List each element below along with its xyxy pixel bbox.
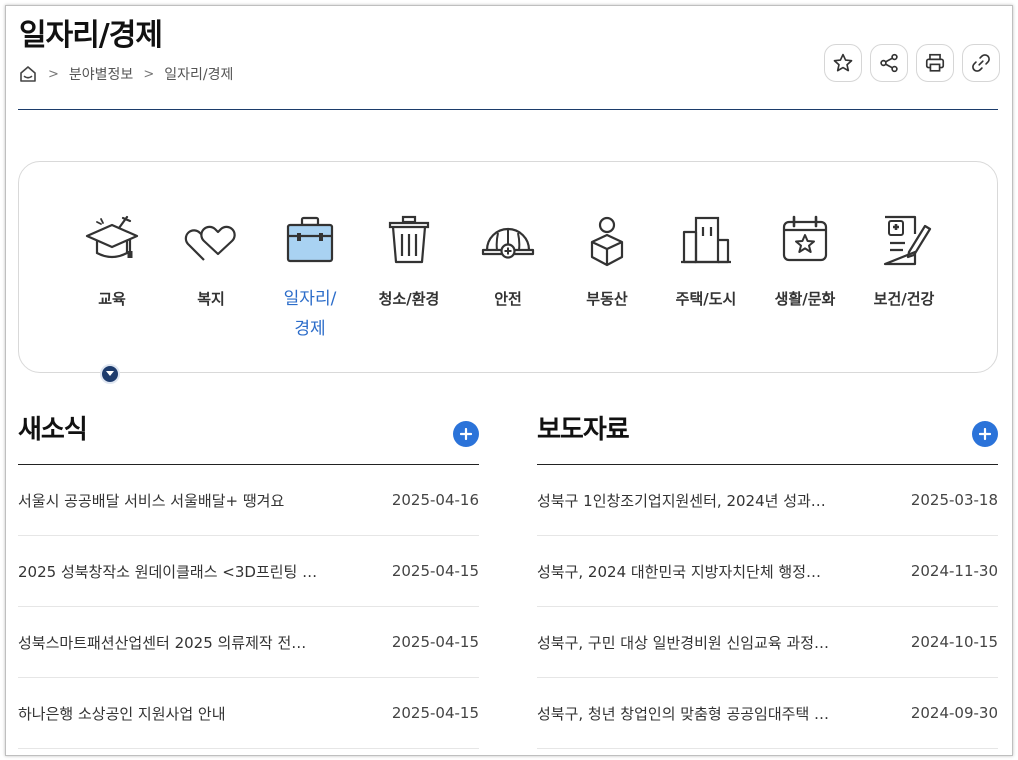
category-jobs-economy[interactable]: 일자리/ 경제 — [262, 212, 358, 344]
news-item-date: 2025-04-16 — [391, 491, 479, 509]
news-title: 새소식 — [18, 415, 88, 445]
person-box-icon — [590, 216, 624, 267]
category-real-estate[interactable]: 부동산 — [559, 212, 655, 314]
briefcase-icon — [286, 216, 334, 263]
category-menu: 교육 복지 일자리/ 경제 청소/환경 안전 부동산 주택/도시 생활/문화 보… — [18, 161, 998, 373]
news-more-button[interactable] — [453, 421, 479, 447]
press-list-item[interactable]: 성북구 1인창조기업지원센터, 2024년 성과… 2025-03-18 — [537, 465, 998, 536]
category-welfare[interactable]: 복지 — [163, 212, 259, 314]
category-label: 교육 — [98, 290, 126, 308]
buildings-icon — [681, 216, 731, 264]
news-item-date: 2025-04-15 — [391, 704, 479, 722]
caret-down-icon — [106, 371, 114, 376]
press-board: 보도자료 성북구 1인창조기업지원센터, 2024년 성과… 2025-03-1… — [537, 401, 998, 749]
press-item-date: 2024-10-15 — [910, 633, 998, 651]
news-item-title: 2025 성북창작소 원데이클래스 <3D프린팅 … — [18, 562, 318, 581]
press-list-item[interactable]: 성북구, 2024 대한민국 지방자치단체 행정… 2024-11-30 — [537, 536, 998, 607]
news-board-header: 새소식 — [18, 401, 479, 465]
hearts-icon — [184, 225, 236, 261]
category-label: 안전 — [494, 290, 522, 308]
press-item-date: 2025-03-18 — [910, 491, 998, 509]
press-list-item[interactable]: 성북구, 청년 창업인의 맞춤형 공공임대주택 … 2024-09-30 — [537, 678, 998, 749]
calendar-star-icon — [782, 215, 828, 262]
share-icon — [880, 53, 898, 73]
page-actions — [824, 44, 1000, 82]
news-list-item[interactable]: 성북스마트패션산업센터 2025 의류제작 전… 2025-04-15 — [18, 607, 479, 678]
category-safety[interactable]: 안전 — [460, 212, 556, 314]
active-category-indicator — [100, 364, 120, 384]
medical-document-icon — [883, 215, 932, 266]
breadcrumb: > 분야별정보 > 일자리/경제 — [18, 64, 233, 84]
news-list-item[interactable]: 하나은행 소상공인 지원사업 안내 2025-04-15 — [18, 678, 479, 749]
press-more-button[interactable] — [972, 421, 998, 447]
press-item-title: 성북구, 청년 창업인의 맞춤형 공공임대주택 … — [537, 704, 830, 723]
news-item-date: 2025-04-15 — [391, 562, 479, 580]
news-list-item[interactable]: 2025 성북창작소 원데이클래스 <3D프린팅 … 2025-04-15 — [18, 536, 479, 607]
category-label: 생활/문화 — [774, 290, 836, 308]
bookmark-button[interactable] — [824, 44, 862, 82]
news-item-title: 성북스마트패션산업센터 2025 의류제작 전… — [18, 633, 307, 652]
press-list-item[interactable]: 성북구, 구민 대상 일반경비원 신임교육 과정… 2024-10-15 — [537, 607, 998, 678]
helmet-icon — [481, 227, 535, 259]
plus-icon — [979, 428, 991, 440]
page-frame: 일자리/경제 > 분야별정보 > 일자리/경제 교육 복지 일자리/ 경제 청소… — [5, 5, 1013, 756]
plus-icon — [460, 428, 472, 440]
press-item-title: 성북구, 구민 대상 일반경비원 신임교육 과정… — [537, 633, 830, 652]
category-label: 복지 — [197, 290, 225, 308]
press-item-date: 2024-11-30 — [910, 562, 998, 580]
star-icon — [833, 53, 853, 72]
press-item-title: 성북구 1인창조기업지원센터, 2024년 성과… — [537, 491, 826, 510]
breadcrumb-item[interactable]: 일자리/경제 — [164, 64, 233, 84]
page-title: 일자리/경제 — [19, 18, 163, 53]
press-board-header: 보도자료 — [537, 401, 998, 465]
category-education[interactable]: 교육 — [64, 212, 160, 314]
category-label: 주택/도시 — [675, 290, 737, 308]
category-label: 청소/환경 — [378, 290, 440, 308]
print-button[interactable] — [916, 44, 954, 82]
news-item-date: 2025-04-15 — [391, 633, 479, 651]
category-label: 일자리/ 경제 — [283, 289, 337, 339]
header-divider — [18, 109, 998, 110]
breadcrumb-item[interactable]: 분야별정보 — [69, 64, 133, 84]
copy-link-button[interactable] — [962, 44, 1000, 82]
news-item-title: 하나은행 소상공인 지원사업 안내 — [18, 704, 226, 723]
category-cleaning-environment[interactable]: 청소/환경 — [361, 212, 457, 314]
share-button[interactable] — [870, 44, 908, 82]
press-title: 보도자료 — [537, 415, 630, 445]
category-health[interactable]: 보건/건강 — [856, 212, 952, 314]
category-label: 보건/건강 — [873, 290, 935, 308]
printer-icon — [925, 53, 945, 72]
news-item-title: 서울시 공공배달 서비스 서울배달+ 땡겨요 — [18, 491, 285, 510]
chevron-right-icon: > — [48, 66, 59, 82]
trash-can-icon — [388, 215, 430, 264]
home-icon[interactable] — [18, 64, 38, 84]
news-list-item[interactable]: 서울시 공공배달 서비스 서울배달+ 땡겨요 2025-04-16 — [18, 465, 479, 536]
news-board: 새소식 서울시 공공배달 서비스 서울배달+ 땡겨요 2025-04-16 20… — [18, 401, 479, 749]
press-item-title: 성북구, 2024 대한민국 지방자치단체 행정… — [537, 562, 822, 581]
link-icon — [972, 54, 990, 72]
category-label: 부동산 — [586, 290, 628, 308]
press-item-date: 2024-09-30 — [910, 704, 998, 722]
category-housing-city[interactable]: 주택/도시 — [658, 212, 754, 314]
graduation-cap-icon — [85, 215, 139, 259]
category-life-culture[interactable]: 생활/문화 — [757, 212, 853, 314]
chevron-right-icon: > — [143, 66, 155, 82]
